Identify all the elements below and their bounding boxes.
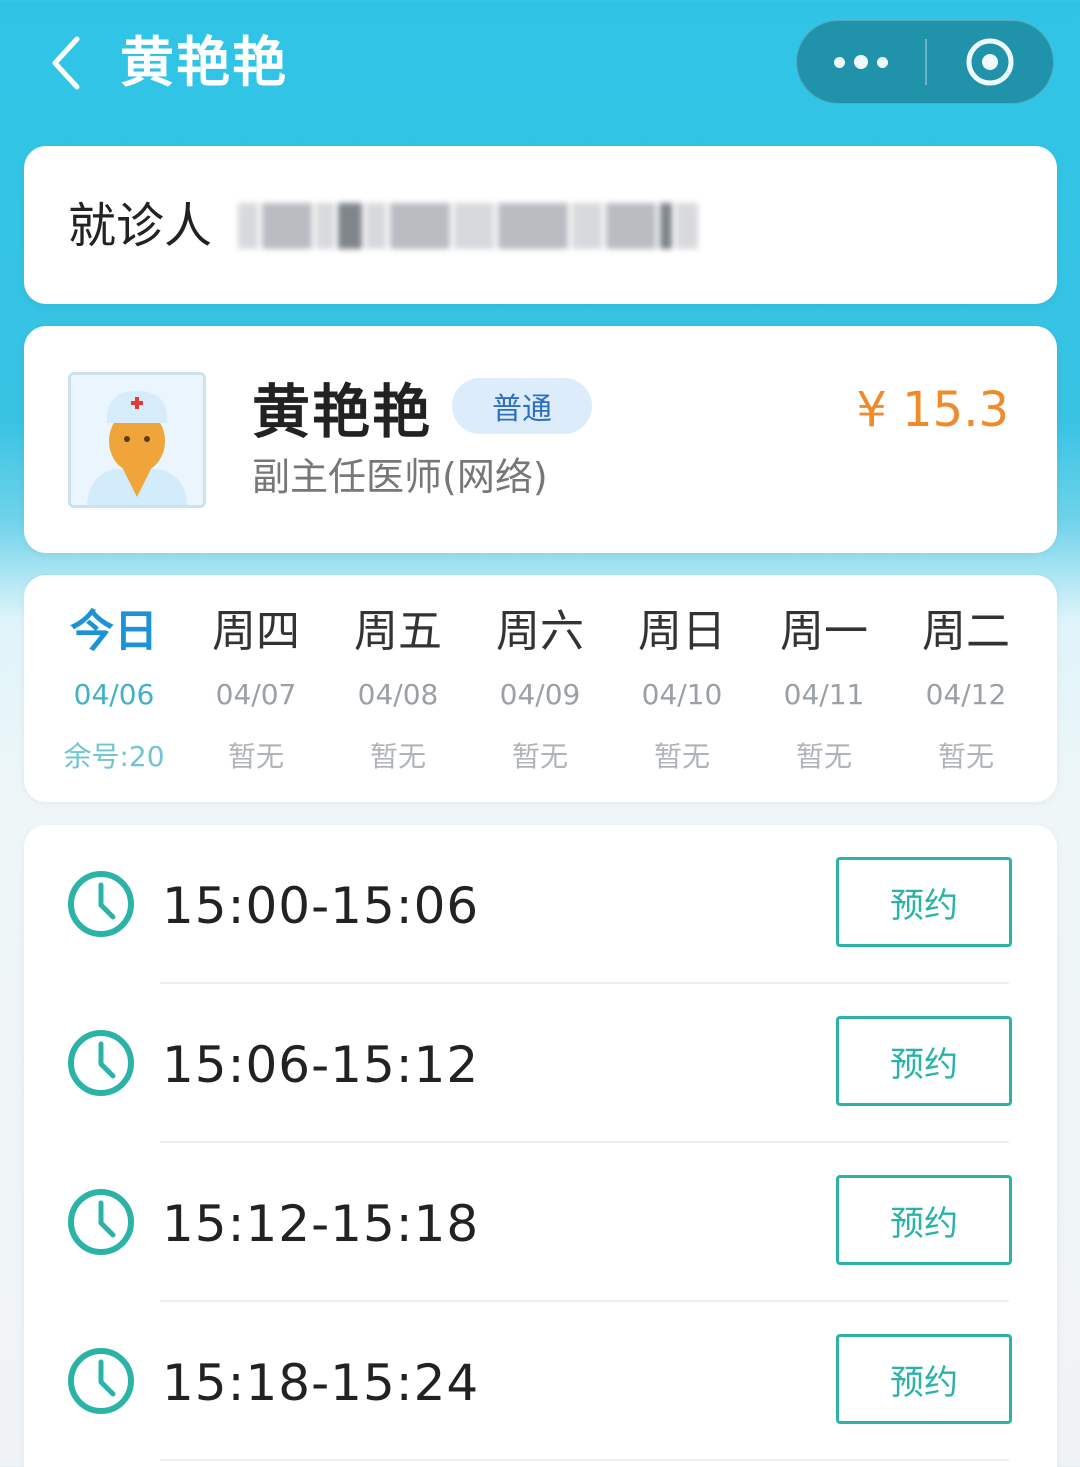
more-dots-icon bbox=[834, 56, 845, 68]
day-status: 暂无 bbox=[937, 740, 994, 773]
doctor-avatar bbox=[68, 372, 206, 508]
day-status: 暂无 bbox=[511, 740, 568, 773]
day-date: 04/10 bbox=[641, 678, 723, 711]
book-button[interactable]: 预约 bbox=[836, 857, 1012, 947]
doctor-card: 黄艳艳 普通 副主任医师(网络) ¥ 15.3 bbox=[24, 326, 1057, 553]
clock-icon bbox=[68, 1030, 134, 1096]
day-tab-5[interactable]: 周一 04/11 暂无 bbox=[753, 603, 895, 777]
time-slot-list: 15:00-15:06 预约 15:06-15:12 预约 15:12-15:1… bbox=[24, 825, 1057, 1467]
back-button[interactable] bbox=[36, 28, 96, 98]
page-title: 黄艳艳 bbox=[120, 31, 288, 94]
day-week: 今日 bbox=[70, 606, 158, 657]
consultation-price: ¥ 15.3 bbox=[856, 382, 1009, 438]
day-week: 周日 bbox=[638, 606, 726, 657]
target-icon bbox=[966, 38, 1014, 86]
book-button[interactable]: 预约 bbox=[836, 1016, 1012, 1106]
day-date: 04/09 bbox=[499, 678, 581, 711]
patient-name-redacted bbox=[238, 200, 698, 252]
slot-time: 15:18-15:24 bbox=[162, 1354, 480, 1412]
doctor-title: 副主任医师(网络) bbox=[252, 455, 548, 499]
clock-icon bbox=[68, 1348, 134, 1414]
day-date: 04/08 bbox=[357, 678, 439, 711]
day-week: 周五 bbox=[354, 606, 442, 657]
day-week: 周四 bbox=[212, 606, 300, 657]
day-week: 周二 bbox=[922, 606, 1010, 657]
day-date: 04/06 bbox=[73, 678, 155, 711]
day-week: 周一 bbox=[780, 606, 868, 657]
nav-bar: 黄艳艳 bbox=[0, 0, 1080, 130]
day-tab-4[interactable]: 周日 04/10 暂无 bbox=[611, 603, 753, 777]
divider bbox=[160, 1459, 1009, 1461]
slot-time: 15:06-15:12 bbox=[162, 1036, 480, 1094]
day-tab-6[interactable]: 周二 04/12 暂无 bbox=[895, 603, 1037, 777]
day-status: 暂无 bbox=[227, 740, 284, 773]
mini-program-capsule bbox=[796, 20, 1054, 104]
doctor-avatar-icon bbox=[71, 375, 203, 505]
day-tab-3[interactable]: 周六 04/09 暂无 bbox=[469, 603, 611, 777]
patient-label: 就诊人 bbox=[68, 198, 213, 254]
day-tab-2[interactable]: 周五 04/08 暂无 bbox=[327, 603, 469, 777]
time-slot: 15:00-15:06 预约 bbox=[24, 825, 1057, 984]
day-date: 04/11 bbox=[783, 678, 865, 711]
doctor-name: 黄艳艳 bbox=[252, 378, 433, 446]
day-week: 周六 bbox=[496, 606, 584, 657]
day-date: 04/07 bbox=[215, 678, 297, 711]
day-date: 04/12 bbox=[925, 678, 1007, 711]
day-status: 余号:20 bbox=[63, 740, 165, 773]
clock-icon bbox=[68, 1189, 134, 1255]
day-tab-1[interactable]: 周四 04/07 暂无 bbox=[185, 603, 327, 777]
time-slot: 15:06-15:12 预约 bbox=[24, 984, 1057, 1143]
time-slot: 15:12-15:18 预约 bbox=[24, 1143, 1057, 1302]
day-status: 暂无 bbox=[369, 740, 426, 773]
doctor-type-badge: 普通 bbox=[452, 378, 592, 434]
chevron-left-icon bbox=[52, 36, 80, 90]
time-slot: 15:18-15:24 预约 bbox=[24, 1302, 1057, 1461]
clock-icon bbox=[68, 871, 134, 937]
close-button[interactable] bbox=[927, 20, 1053, 104]
slot-time: 15:00-15:06 bbox=[162, 877, 480, 935]
day-tab-0[interactable]: 今日 04/06 余号:20 bbox=[43, 603, 185, 777]
book-button[interactable]: 预约 bbox=[836, 1334, 1012, 1424]
slot-time: 15:12-15:18 bbox=[162, 1195, 480, 1253]
more-button[interactable] bbox=[797, 20, 925, 104]
day-status: 暂无 bbox=[795, 740, 852, 773]
date-selector: 今日 04/06 余号:20 周四 04/07 暂无 周五 04/08 暂无 周… bbox=[24, 575, 1057, 802]
book-button[interactable]: 预约 bbox=[836, 1175, 1012, 1265]
day-status: 暂无 bbox=[653, 740, 710, 773]
